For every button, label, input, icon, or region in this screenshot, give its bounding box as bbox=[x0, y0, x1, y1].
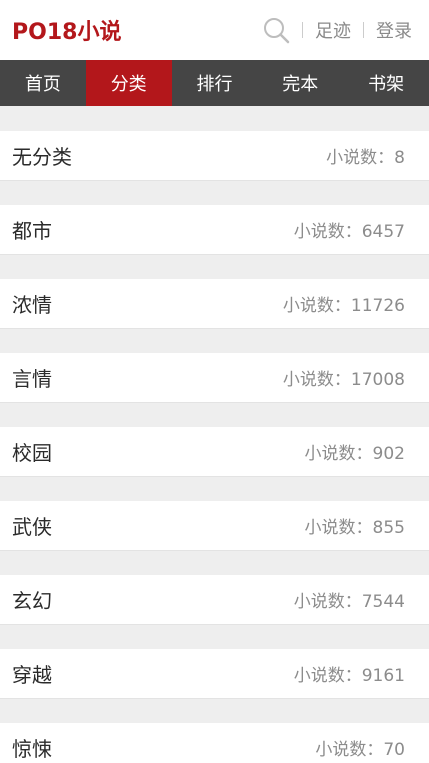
category-name: 言情 bbox=[12, 367, 52, 391]
nav-item-bookshelf[interactable]: 书架 bbox=[343, 60, 429, 106]
footprint-link[interactable]: 足迹 bbox=[315, 17, 351, 43]
category-row[interactable]: 武侠 小说数：855 bbox=[0, 501, 429, 551]
main-nav: 首页 分类 排行 完本 书架 bbox=[0, 60, 429, 106]
site-logo[interactable]: PO18小说 bbox=[12, 14, 121, 46]
category-name: 都市 bbox=[12, 219, 52, 243]
category-row[interactable]: 校园 小说数：902 bbox=[0, 427, 429, 477]
nav-item-ranking[interactable]: 排行 bbox=[172, 60, 258, 106]
search-icon[interactable] bbox=[262, 16, 290, 44]
category-row[interactable]: 惊悚 小说数：70 bbox=[0, 723, 429, 763]
category-name: 校园 bbox=[12, 441, 52, 465]
category-name: 穿越 bbox=[12, 663, 52, 687]
category-name: 武侠 bbox=[12, 515, 52, 539]
category-list: 无分类 小说数：8 都市 小说数：6457 浓情 小说数：11726 言情 小说… bbox=[0, 106, 429, 763]
category-count: 小说数：8 bbox=[326, 148, 405, 168]
category-name: 玄幻 bbox=[12, 589, 52, 613]
login-link[interactable]: 登录 bbox=[376, 17, 412, 43]
category-count: 小说数：6457 bbox=[293, 222, 405, 242]
category-row[interactable]: 无分类 小说数：8 bbox=[0, 131, 429, 181]
category-row[interactable]: 都市 小说数：6457 bbox=[0, 205, 429, 255]
category-name: 浓情 bbox=[12, 293, 52, 317]
category-row[interactable]: 言情 小说数：17008 bbox=[0, 353, 429, 403]
header-actions: 足迹 登录 bbox=[262, 16, 412, 44]
divider bbox=[302, 22, 303, 38]
category-name: 无分类 bbox=[12, 145, 72, 169]
category-count: 小说数：70 bbox=[315, 740, 405, 760]
category-count: 小说数：17008 bbox=[282, 370, 405, 390]
category-row[interactable]: 浓情 小说数：11726 bbox=[0, 279, 429, 329]
category-count: 小说数：7544 bbox=[293, 592, 405, 612]
nav-item-category[interactable]: 分类 bbox=[85, 60, 172, 106]
nav-item-home[interactable]: 首页 bbox=[0, 60, 86, 106]
category-count: 小说数：11726 bbox=[282, 296, 405, 316]
category-count: 小说数：902 bbox=[304, 444, 405, 464]
nav-item-completed[interactable]: 完本 bbox=[257, 60, 343, 106]
category-count: 小说数：855 bbox=[304, 518, 405, 538]
category-name: 惊悚 bbox=[12, 737, 52, 761]
divider bbox=[363, 22, 364, 38]
category-row[interactable]: 穿越 小说数：9161 bbox=[0, 649, 429, 699]
category-count: 小说数：9161 bbox=[293, 666, 405, 686]
category-row[interactable]: 玄幻 小说数：7544 bbox=[0, 575, 429, 625]
top-header: PO18小说 足迹 登录 bbox=[0, 0, 429, 60]
